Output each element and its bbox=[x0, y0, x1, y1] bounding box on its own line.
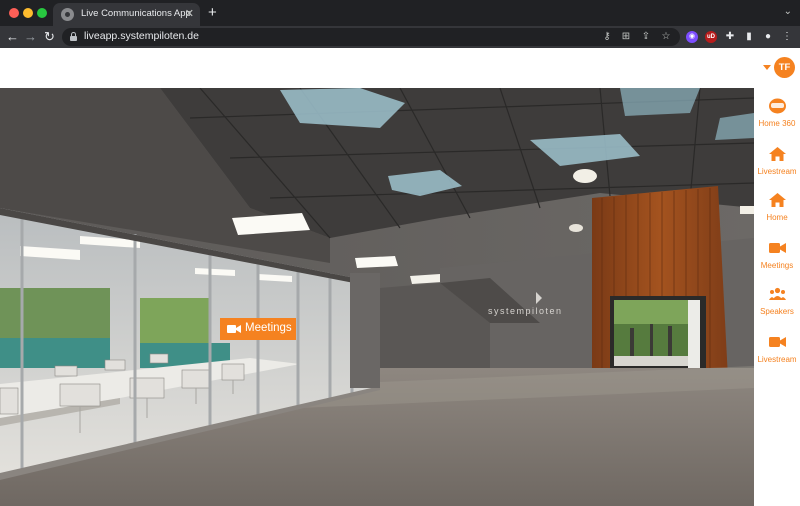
nav-item-label: Speakers bbox=[760, 307, 794, 316]
group-icon bbox=[769, 287, 786, 300]
nav-item-label: Livestream bbox=[757, 167, 797, 176]
forward-arrow-icon[interactable]: → bbox=[24, 28, 37, 46]
minimize-window-button[interactable] bbox=[23, 8, 33, 18]
new-tab-button[interactable]: + bbox=[208, 4, 217, 22]
nav-item-meetings[interactable]: Meetings bbox=[754, 240, 800, 282]
wall-logo-text: systempiloten bbox=[488, 306, 563, 316]
address-bar[interactable]: liveapp.systempiloten.de ⚷ ⊞ ⇪ ☆ bbox=[62, 28, 680, 46]
translate-icon[interactable]: ⊞ bbox=[620, 31, 632, 43]
vr-headset-icon bbox=[769, 98, 786, 114]
lobby-panorama: systempiloten bbox=[0, 88, 754, 506]
sidebar-toggle-icon[interactable]: ▮ bbox=[743, 31, 755, 43]
bookmark-star-icon[interactable]: ☆ bbox=[660, 31, 672, 43]
app-header: TF bbox=[0, 48, 800, 88]
back-arrow-icon[interactable]: ← bbox=[6, 28, 19, 46]
nav-item-label: Livestream bbox=[757, 355, 797, 364]
more-menu-icon[interactable]: ⋮ bbox=[781, 31, 793, 43]
side-navigation: Home 360 Livestream Home Meetings Speake… bbox=[754, 88, 800, 506]
nav-item-home-360[interactable]: Home 360 bbox=[754, 98, 800, 140]
ublock-icon[interactable]: uD bbox=[705, 31, 717, 43]
tab-title: Live Communications App bbox=[81, 8, 191, 19]
nav-item-speakers[interactable]: Speakers bbox=[754, 286, 800, 328]
lock-icon[interactable] bbox=[70, 32, 77, 41]
nav-item-livestream-2[interactable]: Livestream bbox=[754, 334, 800, 376]
nav-item-label: Home 360 bbox=[758, 119, 796, 128]
nav-item-label: Home bbox=[766, 213, 788, 222]
close-window-button[interactable] bbox=[9, 8, 19, 18]
browser-titlebar: Live Communications App ✕ + ⌄ bbox=[0, 0, 800, 26]
profile-icon[interactable]: ● bbox=[762, 31, 774, 43]
virtual-lobby-scene[interactable]: systempiloten Meetings bbox=[0, 88, 754, 506]
tab-close-icon[interactable]: ✕ bbox=[185, 6, 194, 22]
nav-item-livestream-1[interactable]: Livestream bbox=[754, 146, 800, 188]
home-icon bbox=[769, 147, 786, 161]
maximize-window-button[interactable] bbox=[37, 8, 47, 18]
tab-search-icon[interactable]: ⌄ bbox=[784, 6, 792, 17]
browser-toolbar: ← → ↻ liveapp.systempiloten.de ⚷ ⊞ ⇪ ☆ ◉… bbox=[0, 26, 800, 48]
nav-item-label: Meetings bbox=[760, 261, 794, 270]
meetings-hotspot-button[interactable]: Meetings bbox=[220, 318, 296, 340]
video-camera-icon bbox=[769, 243, 786, 253]
home-icon bbox=[769, 193, 786, 207]
chevron-down-icon[interactable] bbox=[763, 65, 771, 70]
hotspot-label: Meetings bbox=[245, 322, 292, 334]
user-avatar[interactable]: TF bbox=[774, 57, 795, 78]
globe-icon bbox=[61, 8, 74, 21]
browser-tab[interactable]: Live Communications App ✕ bbox=[53, 3, 200, 26]
reload-icon[interactable]: ↻ bbox=[44, 28, 55, 46]
nav-item-home[interactable]: Home bbox=[754, 192, 800, 234]
video-camera-icon bbox=[227, 325, 241, 333]
puzzle-extensions-icon[interactable]: ✚ bbox=[724, 31, 736, 43]
share-icon[interactable]: ⇪ bbox=[640, 31, 652, 43]
key-icon[interactable]: ⚷ bbox=[601, 31, 613, 43]
video-camera-icon bbox=[769, 337, 786, 347]
url-text[interactable]: liveapp.systempiloten.de bbox=[84, 30, 199, 42]
extension-purple-icon[interactable]: ◉ bbox=[686, 31, 698, 43]
